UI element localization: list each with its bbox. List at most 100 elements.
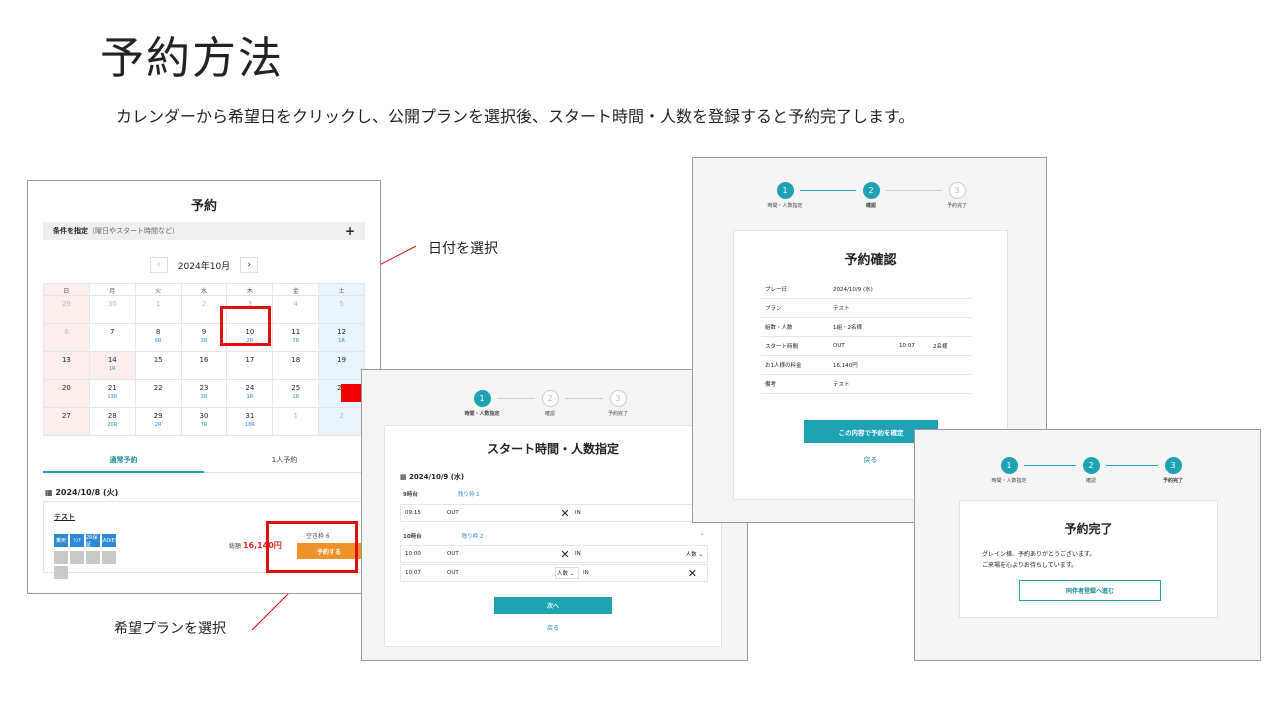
calendar-day-cell: 5 xyxy=(319,296,366,324)
calendar-day-cell[interactable]: 29 2R xyxy=(135,408,182,436)
calendar-week-row: 29 30 1 2 3 4 5 xyxy=(44,296,366,324)
month-label: 2024年10月 xyxy=(177,261,231,272)
complete-message: グレイン様、予約ありがとうございます。 ご来場を心よりお待ちしています。 xyxy=(982,549,1095,571)
back-link[interactable]: 戻る xyxy=(385,623,721,632)
calendar-day-cell[interactable]: 23 3R xyxy=(181,380,228,408)
calendar-day-cell: 29 xyxy=(44,296,90,324)
day-number: 1 xyxy=(293,412,298,420)
filter-bar[interactable]: 条件を指定 （曜日やスタート時間など） + xyxy=(43,222,365,240)
calendar-day-cell[interactable]: 11 7R xyxy=(273,324,320,352)
weekday-label: 火 xyxy=(135,284,182,296)
tab-normal-booking[interactable]: 通常予約 xyxy=(43,455,204,473)
calendar-day-cell[interactable]: 21 13R xyxy=(89,380,136,408)
plan-name-link[interactable]: テスト xyxy=(54,512,75,522)
next-button[interactable]: 次へ xyxy=(494,597,612,614)
calendar-day-cell[interactable]: 14 1R xyxy=(89,352,136,380)
day-remaining-count: 3R xyxy=(200,394,208,400)
calendar-day-cell[interactable]: 13 xyxy=(44,352,90,380)
day-number: 25 xyxy=(291,384,301,392)
day-number: 19 xyxy=(337,356,347,364)
day-number: 13 xyxy=(61,356,71,364)
calendar-day-cell[interactable]: 18 xyxy=(273,352,320,380)
weekday-label: 金 xyxy=(273,284,320,296)
complete-title: 予約完了 xyxy=(1064,522,1113,536)
step-circle: 3 xyxy=(1164,457,1182,474)
confirm-value: OUT xyxy=(833,343,845,349)
calendar-day-cell[interactable]: 30 7R xyxy=(181,408,228,436)
day-number: 16 xyxy=(199,356,209,364)
calendar-day-cell[interactable]: 15 xyxy=(135,352,182,380)
calendar-icon: ▦ xyxy=(45,488,56,497)
day-number: 29 xyxy=(153,412,163,420)
confirm-title: 予約確認 xyxy=(844,253,897,268)
plan-icons: 乗用 ﾗﾝﾁ 2R保証 LADIES xyxy=(54,534,129,579)
close-icon[interactable]: ✕ xyxy=(555,507,575,520)
confirm-value: 1組・2名様 xyxy=(833,325,862,331)
row-out: OUT xyxy=(447,510,459,516)
selected-date-heading: ▦ 2024/10/8 (火) xyxy=(45,487,118,498)
step-3: 3 予約完了 xyxy=(1158,457,1188,484)
people-select[interactable]: 人数 ⌄ xyxy=(686,550,707,558)
day-remaining-count: 1R xyxy=(108,366,116,372)
hour-9-text: 9時台 xyxy=(403,492,418,498)
calendar-day-cell[interactable]: 20 xyxy=(44,380,90,408)
people-select[interactable]: 人数 ⌄ xyxy=(555,567,579,579)
progress-stepper: 1 時間・人数指定 2 確認 3 予約完了 xyxy=(768,182,972,209)
step-circle: 1 xyxy=(1000,457,1018,474)
price-label: 総額 xyxy=(229,543,242,550)
tab-single-booking[interactable]: 1人予約 xyxy=(204,455,365,473)
calendar-day-cell[interactable]: 27 xyxy=(44,408,90,436)
confirm-row: スタート時間 OUT 10:07 2名様 xyxy=(761,337,971,356)
complete-message-line2: ご来場を心よりお待ちしています。 xyxy=(982,562,1078,569)
step-circle: 2 xyxy=(862,182,880,199)
plan-feature-icon-inactive xyxy=(54,551,68,564)
day-number: 31 xyxy=(245,412,255,420)
calendar-day-cell[interactable]: 25 1R xyxy=(273,380,320,408)
confirm-key: 組数・人数 xyxy=(765,325,793,331)
calendar-day-cell[interactable]: 16 xyxy=(181,352,228,380)
confirm-row: プレー日 2024/10/9 (水) xyxy=(761,280,971,299)
chevron-down-icon[interactable]: ⌄ xyxy=(699,530,704,537)
calendar-day-cell[interactable]: 24 1R xyxy=(227,380,274,408)
confirm-value-time: 10:07 xyxy=(899,343,915,349)
start-time-date-text: 2024/10/9 (水) xyxy=(409,473,465,481)
row-out: OUT xyxy=(447,570,459,576)
day-number: 22 xyxy=(153,384,163,392)
row-in: IN xyxy=(575,551,581,557)
weekday-label: 日 xyxy=(44,284,90,296)
hour-10-text: 10時台 xyxy=(403,534,422,540)
calendar-week-row: 202113R22233R241R251R26 xyxy=(44,380,366,408)
companion-register-button[interactable]: 同伴者登録へ進む xyxy=(1019,580,1161,601)
step-label: 予約完了 xyxy=(946,203,967,209)
prev-month-button[interactable]: ‹ xyxy=(149,257,168,273)
calendar-week-row: 27 28 20R 29 2R 30 7R 31 18R 1 2 xyxy=(44,408,366,436)
calendar-day-cell[interactable]: 31 18R xyxy=(227,408,274,436)
step-connector xyxy=(565,398,603,399)
weekday-label: 木 xyxy=(227,284,274,296)
calendar-day-cell[interactable]: 28 20R xyxy=(89,408,136,436)
step-connector xyxy=(886,190,942,191)
highlight-plan-box xyxy=(266,521,358,573)
tee-time-row[interactable]: 09:15 OUT ✕ IN 人数 xyxy=(400,504,708,522)
start-time-card: スタート時間・人数指定 ▦ 2024/10/9 (水) 9時台 残り枠 1 09:… xyxy=(384,425,722,647)
day-remaining-count: 1R xyxy=(292,394,300,400)
plus-icon[interactable]: + xyxy=(345,224,355,238)
close-icon[interactable]: ✕ xyxy=(555,548,575,561)
calendar-day-cell[interactable]: 7 xyxy=(89,324,136,352)
hour-9-label: 9時台 残り枠 1 xyxy=(403,490,480,498)
next-month-button[interactable]: › xyxy=(240,257,259,273)
row-time: 09:15 xyxy=(405,510,421,516)
close-icon[interactable]: ✕ xyxy=(688,567,707,580)
day-number: 14 xyxy=(107,356,117,364)
confirm-value: テスト xyxy=(833,382,850,388)
calendar-day-cell[interactable]: 8 6R xyxy=(135,324,182,352)
plan-feature-icon-inactive xyxy=(86,551,100,564)
tee-time-row[interactable]: 10:07 OUT 人数 ⌄ IN ✕ xyxy=(400,564,708,582)
calendar-day-cell[interactable]: 17 xyxy=(227,352,274,380)
step-circle: 1 xyxy=(776,182,794,199)
calendar-day-cell[interactable]: 22 xyxy=(135,380,182,408)
calendar-day-cell[interactable]: 12 1R xyxy=(319,324,366,352)
tee-time-row[interactable]: 10:00 OUT ✕ IN 人数 ⌄ xyxy=(400,545,708,563)
confirm-value: 16,140円 xyxy=(833,363,858,369)
step-1: 1 時間・人数指定 xyxy=(768,182,803,209)
